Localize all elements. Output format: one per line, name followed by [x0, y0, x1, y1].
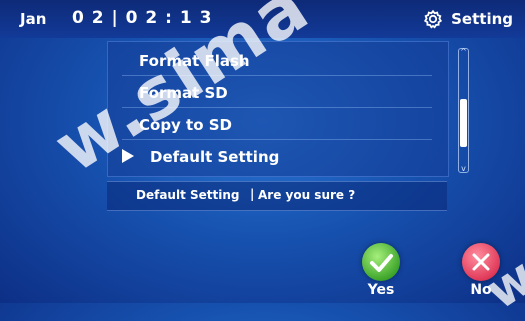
- check-icon: [362, 243, 400, 281]
- menu-item-label: Default Setting: [150, 148, 280, 166]
- scroll-up-icon[interactable]: ^: [459, 48, 468, 56]
- confirm-title: Default Setting: [136, 188, 240, 202]
- confirm-bar: Default Setting | Are you sure ?: [107, 181, 447, 211]
- menu-item-default-setting[interactable]: Default Setting: [122, 141, 432, 171]
- menu-scrollbar[interactable]: ^ v: [458, 48, 469, 173]
- confirm-question: Are you sure ?: [258, 188, 356, 202]
- screen: Jan 0 2 | 0 2 : 1 3 Setting Format Flash…: [0, 0, 525, 321]
- date-month: Jan: [20, 10, 47, 28]
- yes-button[interactable]: Yes: [359, 243, 403, 298]
- confirm-separator: |: [250, 187, 255, 201]
- scroll-thumb[interactable]: [460, 99, 467, 147]
- setting-header[interactable]: Setting: [423, 7, 513, 31]
- gear-icon: [423, 9, 443, 29]
- yes-label: Yes: [367, 282, 395, 298]
- scroll-down-icon[interactable]: v: [459, 165, 468, 173]
- setting-title: Setting: [451, 10, 513, 28]
